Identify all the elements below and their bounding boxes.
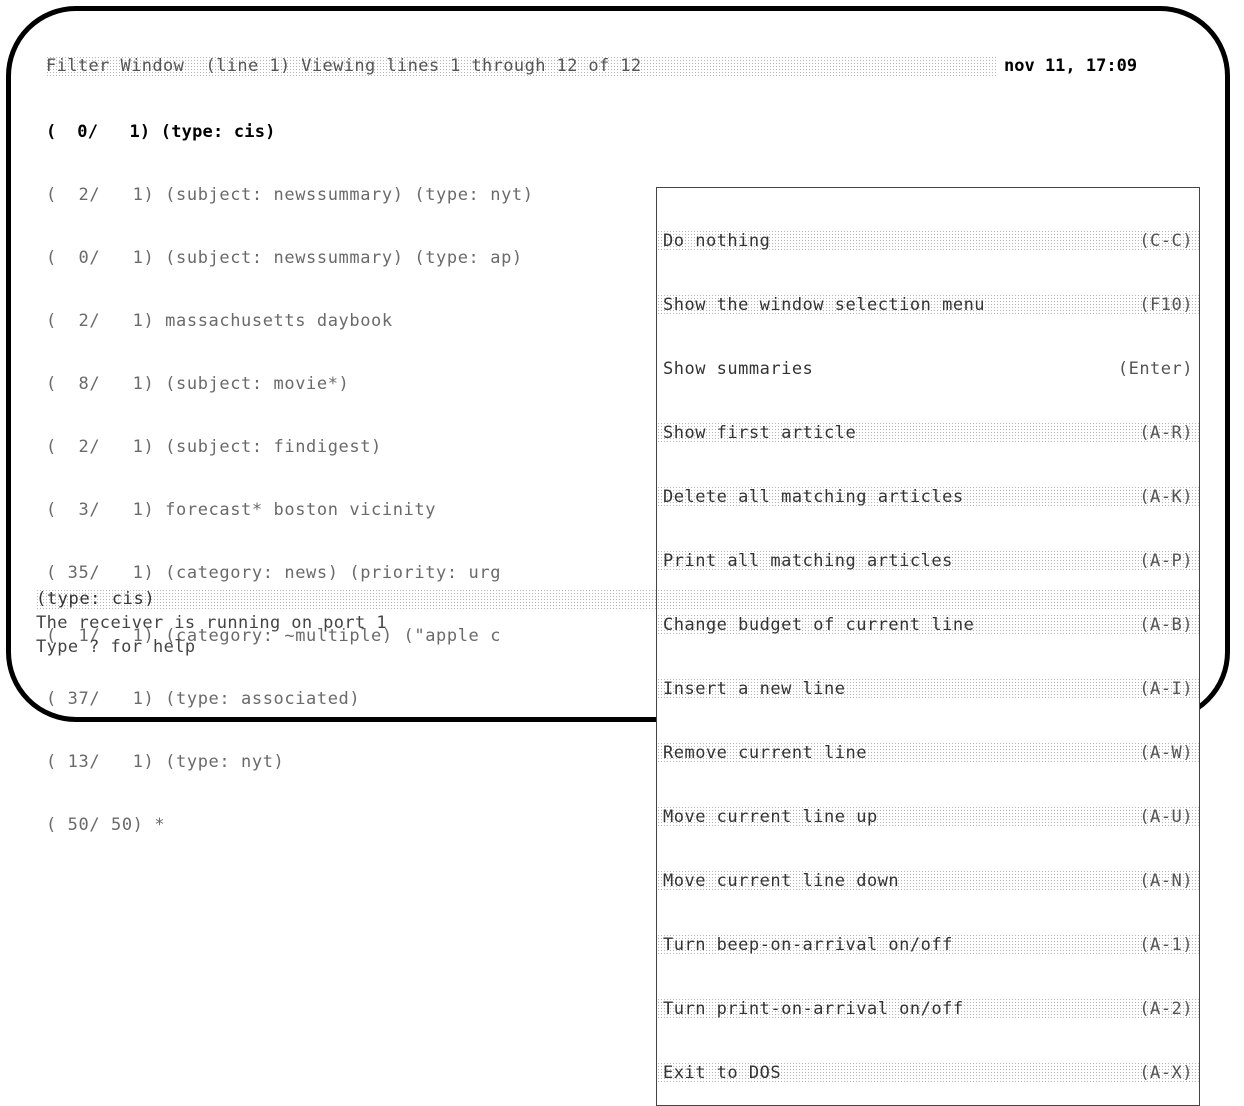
menu-item-label: Remove current line bbox=[663, 743, 867, 763]
menu-item-show-first-article[interactable]: Show first article (A-R) bbox=[657, 422, 1199, 444]
menu-item-label: Move current line down bbox=[663, 871, 900, 891]
menu-item-print-toggle[interactable]: Turn print-on-arrival on/off (A-2) bbox=[657, 998, 1199, 1020]
menu-item-label: Change budget of current line bbox=[663, 615, 975, 635]
filter-row-6[interactable]: ( 2/ 1) (subject: findigest) bbox=[46, 437, 534, 458]
menu-item-shortcut: (C-C) bbox=[1139, 231, 1193, 251]
menu-item-print-all[interactable]: Print all matching articles (A-P) bbox=[657, 550, 1199, 572]
filter-row-3[interactable]: ( 0/ 1) (subject: newssummary) (type: ap… bbox=[46, 248, 534, 269]
menu-item-label: Turn beep-on-arrival on/off bbox=[663, 935, 953, 955]
menu-item-shortcut: (A-N) bbox=[1139, 871, 1193, 891]
menu-item-do-nothing[interactable]: Do nothing (C-C) bbox=[657, 230, 1199, 252]
menu-item-delete-all[interactable]: Delete all matching articles (A-K) bbox=[657, 486, 1199, 508]
menu-item-show-summaries[interactable]: Show summaries (Enter) bbox=[657, 358, 1199, 380]
title-text: Filter Window (line 1) Viewing lines 1 t… bbox=[46, 56, 642, 76]
menu-item-label: Move current line up bbox=[663, 807, 878, 827]
help-message: Type ? for help bbox=[36, 637, 196, 657]
menu-item-shortcut: (A-W) bbox=[1139, 743, 1193, 763]
menu-item-shortcut: (A-1) bbox=[1139, 935, 1193, 955]
status-text: (type: cis) bbox=[36, 589, 156, 609]
filter-row-10[interactable]: ( 37/ 1) (type: associated) bbox=[46, 689, 534, 710]
menu-item-label: Show the window selection menu bbox=[663, 295, 986, 315]
filter-window-title-bar: Filter Window (line 1) Viewing lines 1 t… bbox=[46, 56, 996, 78]
menu-item-insert-line[interactable]: Insert a new line (A-I) bbox=[657, 678, 1199, 700]
menu-item-label: Do nothing bbox=[663, 231, 771, 251]
filter-row-2[interactable]: ( 2/ 1) (subject: newssummary) (type: ny… bbox=[46, 185, 534, 206]
menu-item-label: Insert a new line bbox=[663, 679, 846, 699]
menu-item-remove-line[interactable]: Remove current line (A-W) bbox=[657, 742, 1199, 764]
filter-list: ( 0/ 1) (type: cis) ( 2/ 1) (subject: ne… bbox=[46, 80, 534, 857]
menu-item-move-down[interactable]: Move current line down (A-N) bbox=[657, 870, 1199, 892]
clock: nov 11, 17:09 bbox=[1004, 56, 1138, 76]
command-menu: Do nothing (C-C) Show the window selectio… bbox=[656, 187, 1200, 1106]
filter-row-1[interactable]: ( 0/ 1) (type: cis) bbox=[46, 122, 534, 143]
menu-item-beep-toggle[interactable]: Turn beep-on-arrival on/off (A-1) bbox=[657, 934, 1199, 956]
menu-item-shortcut: (A-P) bbox=[1139, 551, 1193, 571]
menu-item-shortcut: (F10) bbox=[1139, 295, 1193, 315]
menu-item-shortcut: (A-K) bbox=[1139, 487, 1193, 507]
menu-item-move-up[interactable]: Move current line up (A-U) bbox=[657, 806, 1199, 828]
menu-item-label: Print all matching articles bbox=[663, 551, 953, 571]
menu-item-shortcut: (Enter) bbox=[1117, 359, 1193, 379]
menu-item-label: Exit to DOS bbox=[663, 1063, 782, 1083]
menu-item-shortcut: (A-R) bbox=[1139, 423, 1193, 443]
filter-row-7[interactable]: ( 3/ 1) forecast* boston vicinity bbox=[46, 500, 534, 521]
receiver-message: The receiver is running on port 1 bbox=[36, 613, 387, 633]
filter-row-5[interactable]: ( 8/ 1) (subject: movie*) bbox=[46, 374, 534, 395]
filter-row-8[interactable]: ( 35/ 1) (category: news) (priority: urg bbox=[46, 563, 534, 584]
menu-item-shortcut: (A-U) bbox=[1139, 807, 1193, 827]
menu-item-exit-dos[interactable]: Exit to DOS (A-X) bbox=[657, 1062, 1199, 1084]
status-bar: (type: cis) bbox=[36, 589, 1200, 611]
menu-item-shortcut: (A-X) bbox=[1139, 1063, 1193, 1083]
filter-row-4[interactable]: ( 2/ 1) massachusetts daybook bbox=[46, 311, 534, 332]
menu-item-label: Delete all matching articles bbox=[663, 487, 964, 507]
menu-item-shortcut: (A-2) bbox=[1139, 999, 1193, 1019]
filter-row-12[interactable]: ( 50/ 50) * bbox=[46, 815, 534, 836]
menu-item-shortcut: (A-B) bbox=[1139, 615, 1193, 635]
menu-item-window-selection[interactable]: Show the window selection menu (F10) bbox=[657, 294, 1199, 316]
menu-item-label: Show first article bbox=[663, 423, 857, 443]
menu-item-label: Show summaries bbox=[663, 359, 814, 379]
menu-item-label: Turn print-on-arrival on/off bbox=[663, 999, 964, 1019]
filter-row-11[interactable]: ( 13/ 1) (type: nyt) bbox=[46, 752, 534, 773]
menu-item-change-budget[interactable]: Change budget of current line (A-B) bbox=[657, 614, 1199, 636]
menu-item-shortcut: (A-I) bbox=[1139, 679, 1193, 699]
